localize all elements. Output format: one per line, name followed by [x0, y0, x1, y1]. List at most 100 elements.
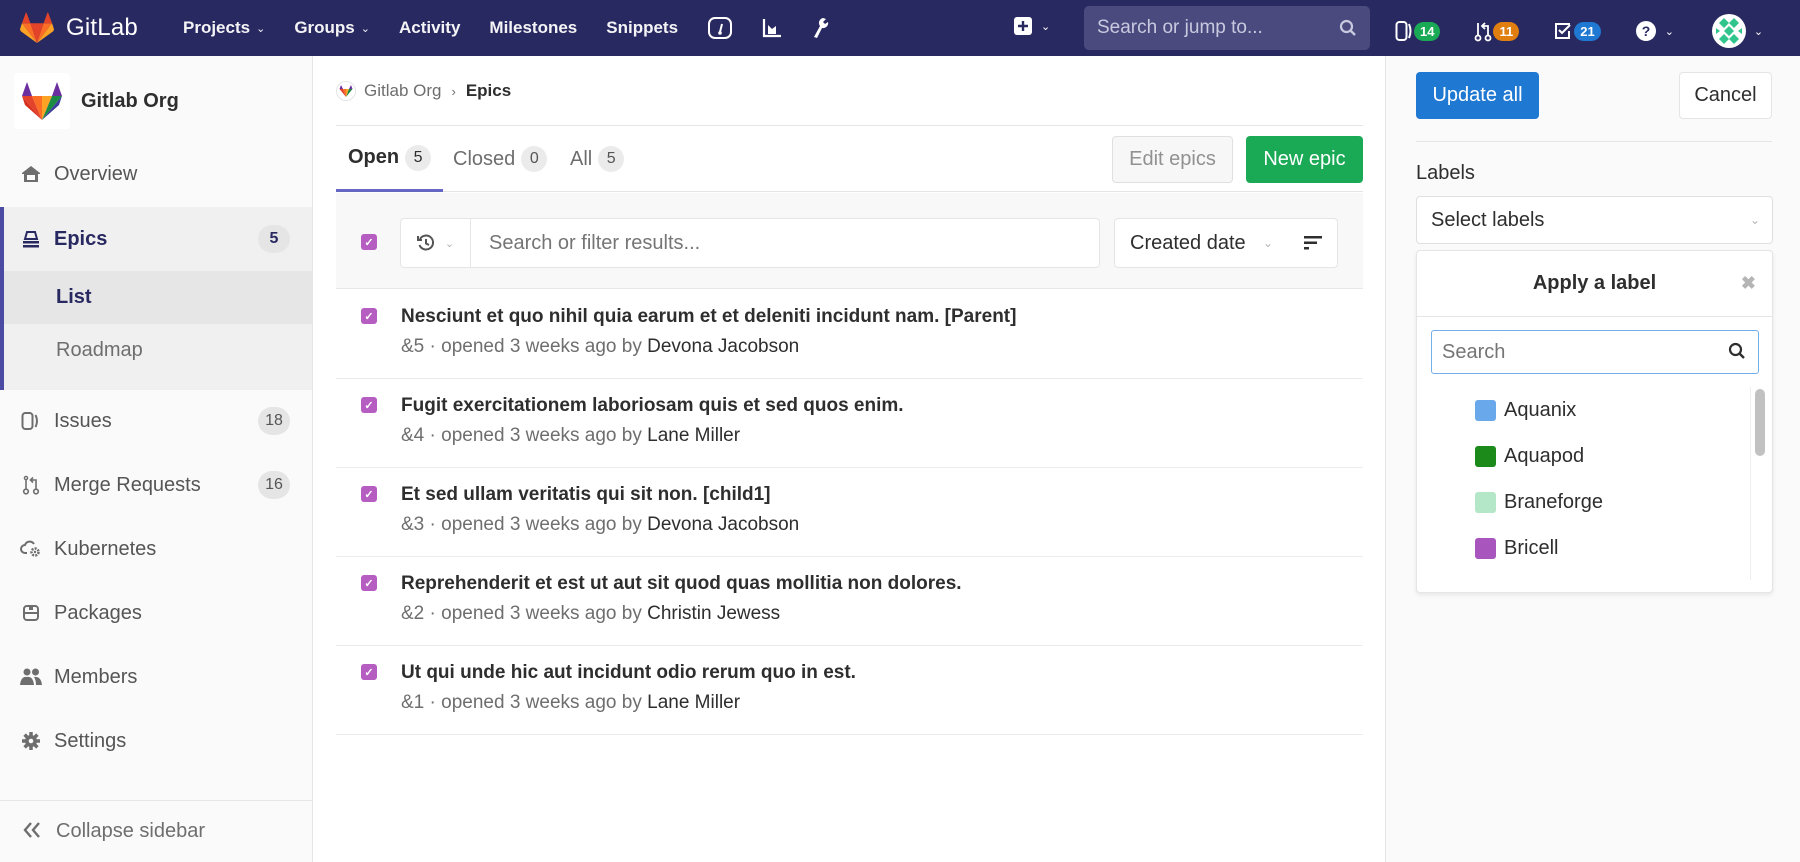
- epic-author-link[interactable]: Lane Miller: [647, 425, 740, 446]
- breadcrumb-group-link[interactable]: Gitlab Org: [364, 81, 441, 101]
- epic-author-link[interactable]: Lane Miller: [647, 692, 740, 713]
- recent-searches-dropdown[interactable]: ⌄: [401, 219, 471, 267]
- plus-square-icon: [1014, 17, 1032, 35]
- label-option-name: Aquanix: [1504, 398, 1577, 421]
- epic-meta: &4 · opened 3 weeks ago by Lane Miller: [401, 425, 740, 447]
- epic-opened-text: opened 3 weeks ago by: [441, 425, 642, 446]
- dashboard-icon[interactable]: [707, 16, 733, 40]
- nav-activity[interactable]: Activity: [399, 18, 460, 38]
- epic-reference: &1: [401, 692, 425, 713]
- epic-checkbox[interactable]: ✓: [361, 397, 377, 413]
- sidebar-item-issues[interactable]: Issues 18: [0, 389, 312, 453]
- search-filter-input[interactable]: [489, 231, 1069, 255]
- sidebar-item-settings[interactable]: Settings: [0, 709, 312, 773]
- close-icon[interactable]: ✖: [1741, 273, 1756, 294]
- gitlab-logo-icon: [20, 12, 54, 44]
- cancel-button[interactable]: Cancel: [1679, 72, 1772, 119]
- epic-opened-text: opened 3 weeks ago by: [441, 336, 642, 357]
- epic-title-link[interactable]: Reprehenderit et est ut aut sit quod qua…: [401, 573, 962, 595]
- epic-checkbox[interactable]: ✓: [361, 575, 377, 591]
- tab-open[interactable]: Open 5: [336, 126, 444, 192]
- gitlab-home-link[interactable]: GitLab: [20, 10, 138, 46]
- sidebar-item-kubernetes[interactable]: Kubernetes: [0, 517, 312, 581]
- collapse-sidebar-button[interactable]: Collapse sidebar: [0, 800, 312, 862]
- chevron-down-icon: ⌄: [444, 237, 455, 250]
- update-all-button[interactable]: Update all: [1416, 72, 1539, 119]
- sidebar-item-label: Issues: [54, 409, 112, 432]
- epic-author-link[interactable]: Devona Jacobson: [647, 514, 799, 535]
- group-header[interactable]: Gitlab Org: [14, 73, 179, 129]
- sidebar-subitem-label: List: [56, 286, 92, 308]
- label-option[interactable]: Aquapod: [1475, 441, 1584, 471]
- nav-groups[interactable]: Groups ⌄: [294, 18, 370, 38]
- tab-count-badge: 0: [521, 146, 548, 172]
- epic-checkbox[interactable]: ✓: [361, 308, 377, 324]
- sidebar-subitem-roadmap[interactable]: Roadmap: [4, 324, 312, 377]
- merge-requests-count-badge: 16: [258, 471, 290, 499]
- cloud-gear-icon: [20, 538, 42, 560]
- chart-icon[interactable]: [761, 17, 783, 39]
- label-option-name: Aquapod: [1504, 444, 1585, 467]
- select-all-checkbox[interactable]: ✓: [361, 234, 377, 250]
- user-menu[interactable]: ⌄: [1711, 14, 1764, 48]
- epic-title-link[interactable]: Nesciunt et quo nihil quia earum et et d…: [401, 306, 1016, 328]
- label-search-input[interactable]: [1442, 340, 1712, 364]
- epic-title-link[interactable]: Et sed ullam veritatis qui sit non. [chi…: [401, 484, 771, 506]
- epic-author-link[interactable]: Devona Jacobson: [647, 336, 799, 357]
- epics-count-badge: 5: [258, 225, 290, 253]
- issues-counter[interactable]: 14: [1395, 20, 1441, 42]
- sidebar-item-label: Merge Requests: [54, 473, 201, 496]
- epic-meta: &5 · opened 3 weeks ago by Devona Jacobs…: [401, 336, 799, 358]
- chevron-down-icon: ⌄: [1753, 25, 1764, 38]
- sidebar-item-epics[interactable]: Epics 5: [0, 207, 312, 271]
- sidebar-item-overview[interactable]: Overview: [0, 142, 312, 206]
- merge-request-icon: [1475, 22, 1492, 42]
- epic-opened-text: opened 3 weeks ago by: [441, 603, 642, 624]
- sidebar-item-label: Overview: [54, 162, 138, 185]
- sidebar-item-members[interactable]: Members: [0, 645, 312, 709]
- sort-direction-icon[interactable]: [1303, 234, 1323, 257]
- tab-all[interactable]: All 5: [570, 126, 625, 192]
- dropdown-header: Apply a label ✖: [1417, 251, 1772, 317]
- sidebar-item-label: Epics: [54, 227, 108, 250]
- tab-closed[interactable]: Closed 0: [453, 126, 548, 192]
- brand-name: GitLab: [66, 14, 138, 41]
- sidebar-item-packages[interactable]: Packages: [0, 581, 312, 645]
- issues-count-badge: 14: [1414, 21, 1441, 41]
- collapse-sidebar-label: Collapse sidebar: [56, 820, 205, 842]
- breadcrumb-current[interactable]: Epics: [466, 81, 511, 101]
- label-color-swatch: [1475, 537, 1496, 559]
- epic-icon: [20, 228, 42, 250]
- nav-snippets[interactable]: Snippets: [606, 18, 678, 38]
- nav-projects[interactable]: Projects ⌄: [183, 18, 265, 38]
- label-option-name: Braneforge: [1504, 490, 1603, 513]
- todos-counter[interactable]: 21: [1553, 21, 1601, 41]
- sort-dropdown[interactable]: Created date ⌄: [1114, 218, 1338, 268]
- label-option[interactable]: Bricell: [1475, 533, 1558, 563]
- global-search-input[interactable]: Search or jump to...: [1084, 6, 1370, 50]
- epic-author-link[interactable]: Christin Jewess: [647, 603, 780, 624]
- label-search-field[interactable]: [1431, 330, 1759, 374]
- epic-checkbox[interactable]: ✓: [361, 486, 377, 502]
- epic-checkbox[interactable]: ✓: [361, 664, 377, 680]
- label-option[interactable]: Braneforge: [1475, 487, 1603, 517]
- epic-opened-text: opened 3 weeks ago by: [441, 692, 642, 713]
- label-option[interactable]: Aquanix: [1475, 395, 1576, 425]
- meta-separator: ·: [424, 603, 442, 624]
- edit-epics-button[interactable]: Edit epics: [1112, 136, 1233, 183]
- sidebar-subitem-list[interactable]: List: [4, 271, 312, 324]
- epic-title-link[interactable]: Ut qui unde hic aut incidunt odio rerum …: [401, 662, 856, 684]
- epic-title-link[interactable]: Fugit exercitationem laboriosam quis et …: [401, 395, 904, 417]
- new-menu-button[interactable]: ⌄: [1013, 16, 1050, 36]
- merge-requests-counter[interactable]: 11: [1474, 20, 1520, 42]
- select-labels-dropdown[interactable]: Select labels ⌄: [1416, 196, 1773, 244]
- new-epic-button[interactable]: New epic: [1246, 136, 1363, 183]
- wrench-icon[interactable]: [811, 16, 831, 40]
- epic-reference: &3: [401, 514, 425, 535]
- nav-milestones[interactable]: Milestones: [489, 18, 577, 38]
- help-menu[interactable]: ? ⌄: [1635, 20, 1674, 42]
- divider: [1416, 141, 1772, 142]
- scrollbar-thumb[interactable]: [1755, 389, 1765, 456]
- label-color-swatch: [1475, 491, 1496, 513]
- sidebar-item-merge-requests[interactable]: Merge Requests 16: [0, 453, 312, 517]
